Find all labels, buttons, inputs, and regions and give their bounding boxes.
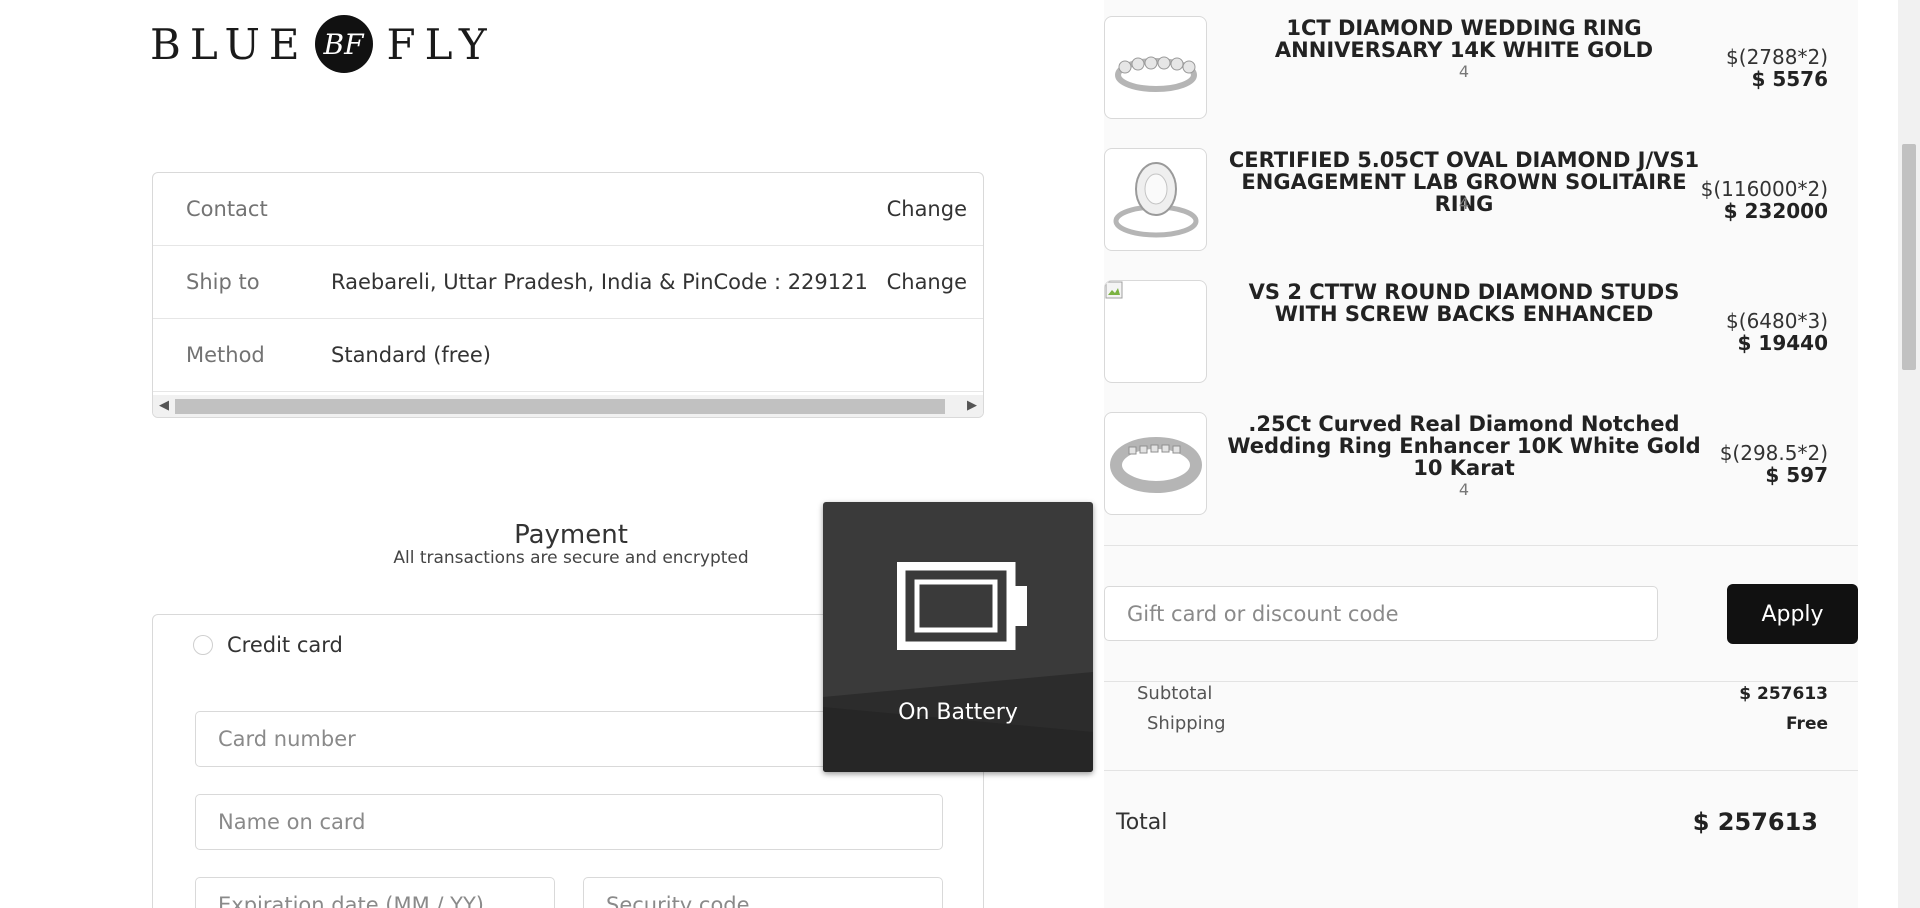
product-thumbnail [1104, 148, 1207, 251]
discount-code-input[interactable]: Gift card or discount code [1104, 586, 1658, 641]
broken-image-icon [1105, 281, 1123, 299]
summary-divider [1104, 545, 1858, 546]
total-value: $ 257613 [1692, 808, 1818, 836]
solitaire-ring-image-icon [1113, 162, 1199, 238]
line-total: $ 5576 [1751, 67, 1828, 91]
band-ring-image-icon [1110, 437, 1202, 493]
security-code-input[interactable]: Security code [583, 877, 943, 908]
credit-card-option[interactable]: Credit card [193, 633, 343, 657]
summary-divider [1104, 681, 1858, 682]
info-label: Ship to [186, 270, 260, 294]
unit-price: $(298.5*2) [1719, 441, 1828, 465]
cart-item: 1CT DIAMOND WEDDING RING ANNIVERSARY 14K… [1104, 0, 1858, 132]
subtotal-label: Subtotal [1137, 683, 1213, 704]
info-label: Method [186, 343, 265, 367]
product-qty: 4 [1458, 194, 1470, 213]
cart-item: VS 2 CTTW ROUND DIAMOND STUDS WITH SCREW… [1104, 264, 1858, 396]
change-contact-link[interactable]: Change [887, 197, 967, 221]
info-label: Contact [186, 197, 268, 221]
scroll-right-icon[interactable]: ▶ [967, 398, 977, 413]
battery-status-text: On Battery [898, 700, 1018, 725]
name-on-card-input[interactable]: Name on card [195, 794, 943, 850]
cart-item: .25Ct Curved Real Diamond Notched Weddin… [1104, 396, 1858, 528]
product-thumbnail [1104, 16, 1207, 119]
vertical-scrollbar[interactable] [1898, 0, 1920, 908]
brand-right: FLY [386, 19, 496, 69]
unit-price: $(6480*3) [1726, 309, 1828, 333]
ring-image-icon [1115, 56, 1197, 92]
credit-card-label: Credit card [227, 633, 343, 657]
scrollbar-thumb[interactable] [1902, 144, 1916, 370]
product-name: .25Ct Curved Real Diamond Notched Weddin… [1227, 412, 1701, 480]
unit-price: $(2788*2) [1726, 45, 1828, 69]
info-value: Standard (free) [331, 343, 492, 367]
info-row-method: Method Standard (free) [153, 319, 983, 392]
info-value: Raebareli, Uttar Pradesh, India & PinCod… [331, 270, 868, 294]
product-name: VS 2 CTTW ROUND DIAMOND STUDS WITH SCREW… [1248, 280, 1680, 326]
product-thumbnail [1104, 280, 1207, 383]
shipping-value: Free [1786, 714, 1828, 734]
product-qty: 4 [1458, 62, 1470, 81]
apply-discount-button[interactable]: Apply [1727, 584, 1858, 644]
shipping-label: Shipping [1147, 713, 1226, 734]
expiration-date-input[interactable]: Expiration date (MM / YY) [195, 877, 555, 908]
line-total: $ 597 [1765, 463, 1828, 487]
info-row-contact: Contact Change [153, 173, 983, 246]
horizontal-scrollbar[interactable]: ◀ ▶ [153, 395, 983, 417]
info-row-ship-to: Ship to Raebareli, Uttar Pradesh, India … [153, 246, 983, 319]
cart-item: CERTIFIED 5.05CT OVAL DIAMOND J/VS1 ENGA… [1104, 132, 1858, 264]
product-name: 1CT DIAMOND WEDDING RING ANNIVERSARY 14K… [1274, 16, 1654, 62]
change-ship-to-link[interactable]: Change [887, 270, 967, 294]
brand-logo[interactable]: BLUE BF FLY [150, 14, 496, 74]
credit-card-radio[interactable] [193, 635, 213, 655]
line-total: $ 19440 [1737, 331, 1828, 355]
brand-monogram-icon: BF [314, 15, 373, 73]
battery-notification: On Battery [823, 502, 1093, 772]
order-info-box: Contact Change Ship to Raebareli, Uttar … [152, 172, 984, 418]
order-summary: 1CT DIAMOND WEDDING RING ANNIVERSARY 14K… [1104, 0, 1858, 908]
unit-price: $(116000*2) [1700, 177, 1828, 201]
battery-icon [897, 562, 1027, 650]
scrollbar-thumb[interactable] [175, 399, 945, 414]
brand-left: BLUE [150, 19, 309, 69]
scroll-left-icon[interactable]: ◀ [159, 398, 169, 413]
product-qty: 4 [1458, 480, 1470, 499]
total-label: Total [1116, 810, 1168, 835]
line-total: $ 232000 [1723, 199, 1828, 223]
subtotal-value: $ 257613 [1739, 684, 1828, 704]
product-thumbnail [1104, 412, 1207, 515]
summary-divider [1104, 770, 1858, 771]
